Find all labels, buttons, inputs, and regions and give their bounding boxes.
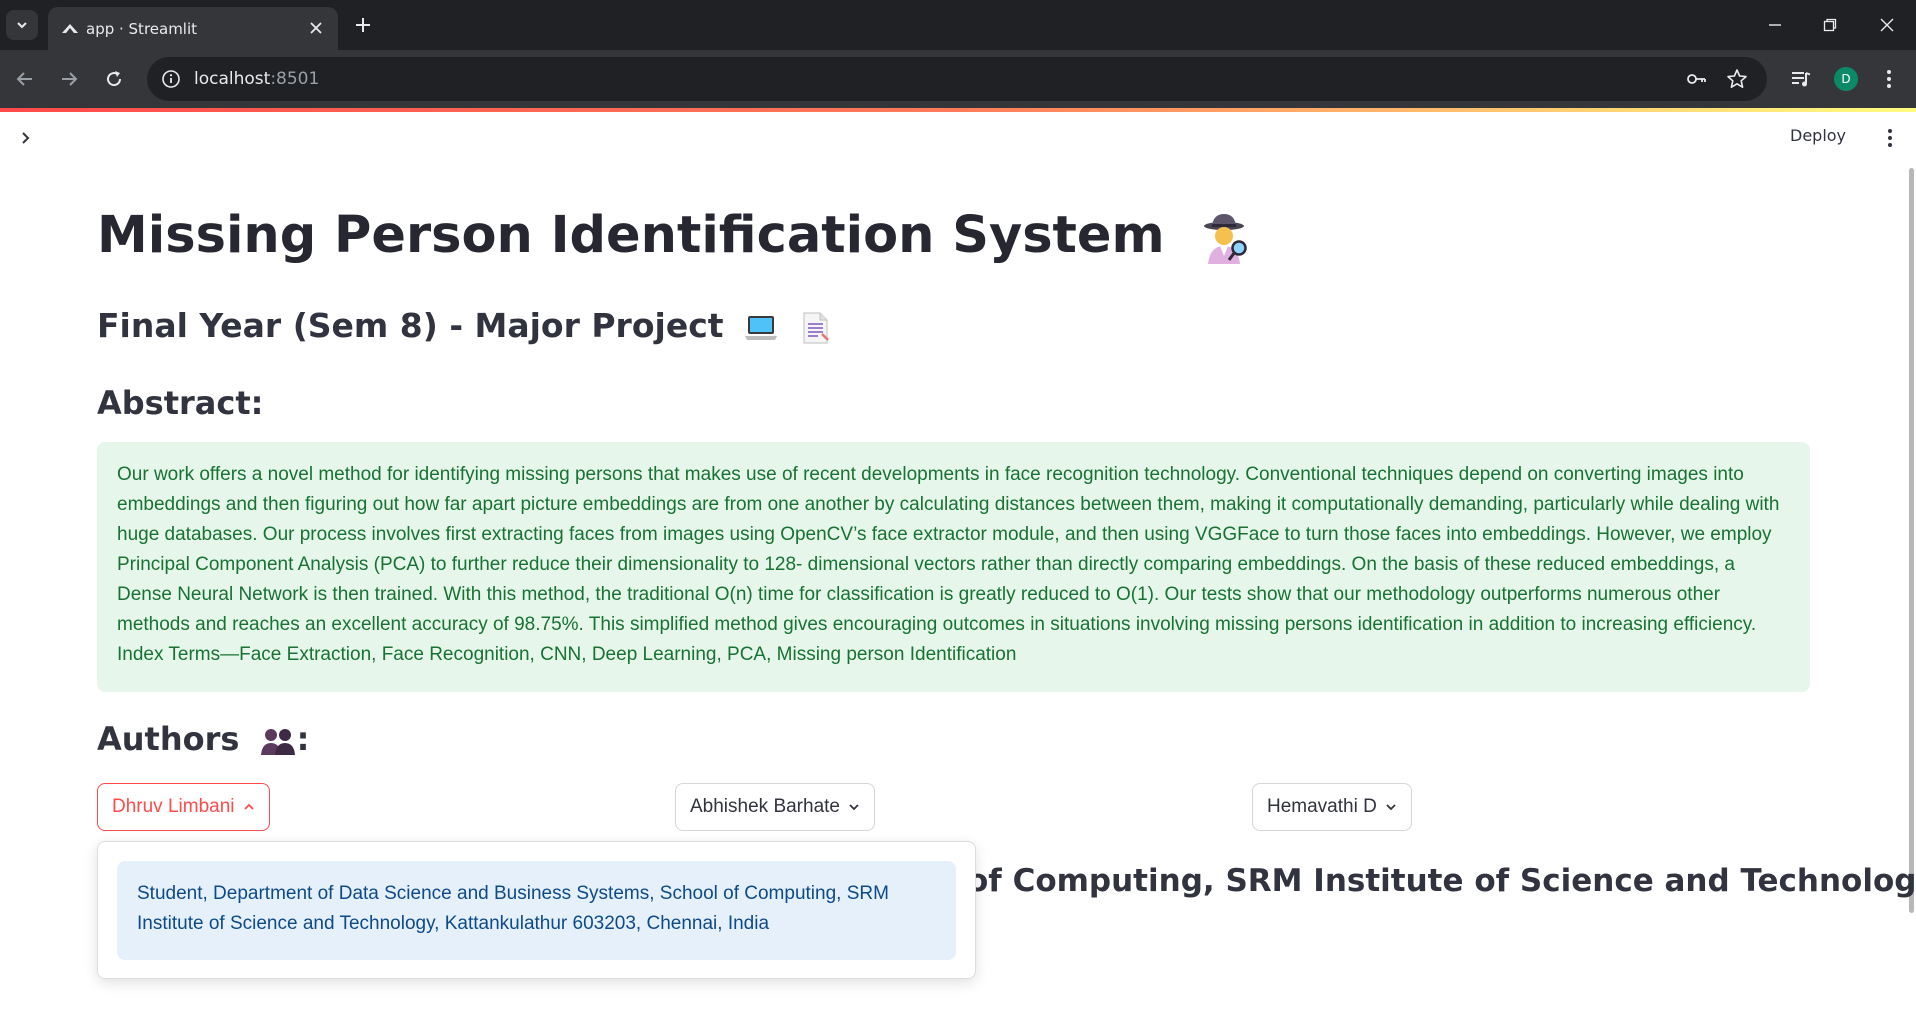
browser-tab-bar: app · Streamlit [0,0,1916,50]
author-name-label: Abhishek Barhate [690,796,840,817]
laptop-emoji-icon [745,315,778,340]
app-header: Deploy [0,112,1916,166]
author-popover-button-abhishek[interactable]: Abhishek Barhate [675,783,875,831]
playlist-icon [1792,72,1811,87]
author-popover-button-hemavathi[interactable]: Hemavathi D [1252,783,1412,831]
page-subtitle-text: Final Year (Sem 8) - Major Project [97,306,724,345]
plus-icon [356,18,370,32]
authors-heading: Authors : [97,720,309,758]
profile-avatar[interactable]: D [1834,67,1858,91]
address-bar[interactable]: localhost:8501 [147,57,1767,101]
bookmark-star-button[interactable] [1726,68,1748,90]
url-port: :8501 [270,69,320,89]
page-subtitle: Final Year (Sem 8) - Major Project [97,306,833,346]
close-icon [1880,18,1894,32]
close-icon [310,22,322,34]
forward-button[interactable] [56,66,82,92]
minimize-icon [1769,24,1781,26]
authors-heading-colon: : [296,720,310,758]
restore-button[interactable] [1817,12,1843,38]
arrow-right-icon [62,72,78,86]
kebab-menu-icon [1887,70,1891,88]
url-host: localhost [194,69,271,89]
browser-tab[interactable]: app · Streamlit [48,7,338,50]
sidebar-expand-button[interactable] [14,127,36,149]
minimize-button[interactable] [1762,12,1788,38]
tab-close-button[interactable] [306,18,326,38]
media-controls-button[interactable] [1788,66,1814,92]
abstract-heading: Abstract: [97,384,264,422]
author-affiliation-info-box: Student, Department of Data Science and … [117,861,956,960]
window-close-button[interactable] [1874,12,1900,38]
author-popover-button-dhruv[interactable]: Dhruv Limbani [97,783,270,831]
chevron-right-icon [22,132,30,144]
page-scrollbar[interactable] [1909,168,1914,913]
key-icon [1687,74,1706,84]
author-affiliation-heading: of Computing, SRM Institute of Science a… [967,863,1916,899]
app-main-menu-button[interactable] [1878,126,1902,150]
chevron-up-icon [243,803,254,810]
back-button[interactable] [12,66,38,92]
author-name-label: Hemavathi D [1267,796,1377,817]
document-emoji-icon [802,311,829,344]
people-emoji-icon [260,729,295,755]
new-tab-button[interactable] [350,12,376,38]
abstract-success-box: Our work offers a novel method for ident… [97,442,1810,692]
browser-menu-button[interactable] [1876,66,1902,92]
author-popover: Student, Department of Data Science and … [97,841,976,979]
password-key-button[interactable] [1685,68,1707,90]
browser-toolbar: localhost:8501 D [0,50,1916,108]
streamlit-favicon-icon [62,24,78,33]
kebab-menu-icon [1888,129,1892,147]
chevron-down-icon [1386,804,1396,811]
chevron-down-icon [849,804,859,811]
restore-icon [1823,18,1837,32]
reload-icon [107,71,122,87]
tab-search-button[interactable] [6,10,38,40]
page-title: Missing Person Identification System [97,206,1252,266]
author-name-label: Dhruv Limbani [112,796,235,817]
url-text[interactable]: localhost:8501 [194,69,319,89]
site-info-icon[interactable] [161,69,181,89]
deploy-button[interactable]: Deploy [1790,126,1846,145]
detective-emoji-icon [1204,214,1248,264]
reload-button[interactable] [101,66,127,92]
arrow-left-icon [16,72,32,86]
abstract-text: Our work offers a novel method for ident… [117,464,1780,665]
star-icon [1727,69,1747,88]
authors-heading-text: Authors [97,720,240,758]
page-title-text: Missing Person Identification System [97,206,1165,265]
tab-title: app · Streamlit [86,20,198,38]
chevron-down-icon [17,22,27,29]
